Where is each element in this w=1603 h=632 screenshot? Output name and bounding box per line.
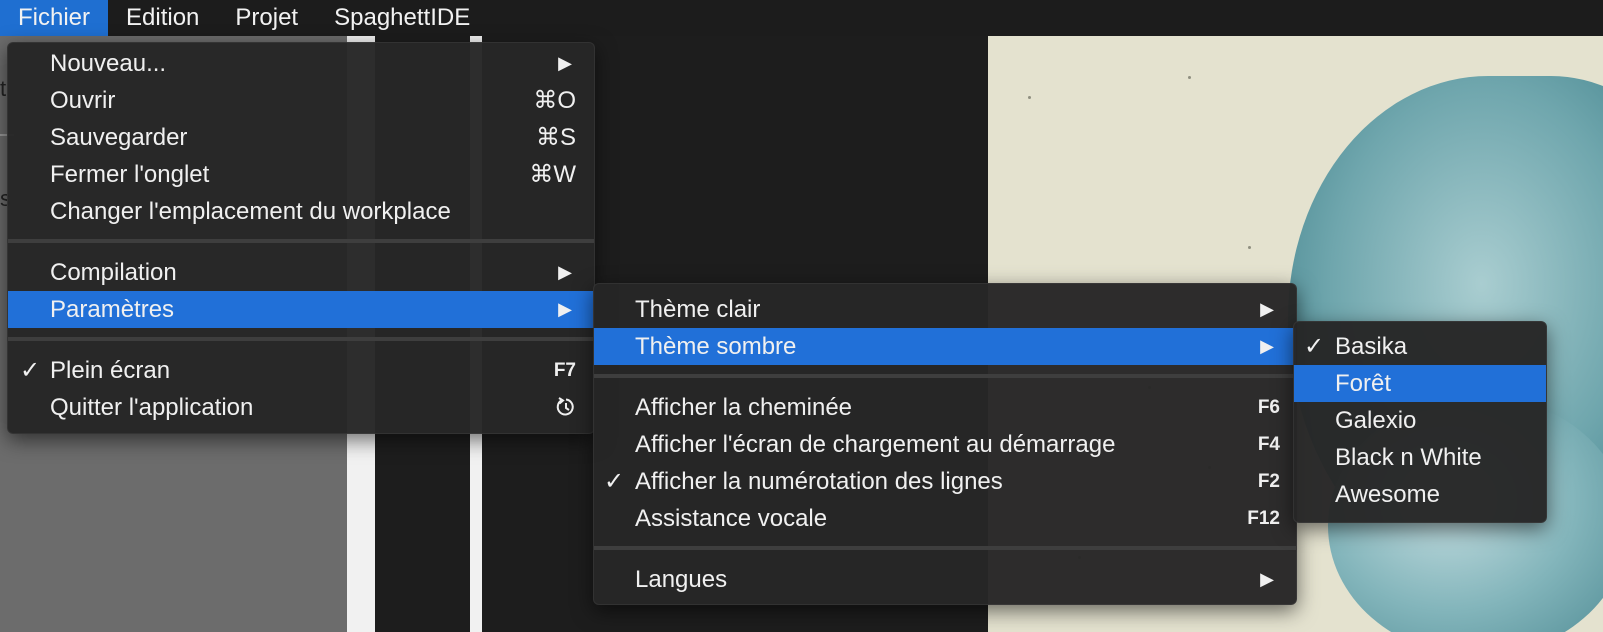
menu-item-label: Changer l'emplacement du workplace xyxy=(50,198,451,225)
menu-item-label: Afficher la cheminée xyxy=(635,394,853,421)
restart-icon xyxy=(556,397,574,416)
menu-item-fermer-onglet[interactable]: Fermer l'onglet ⌘W xyxy=(8,156,594,193)
menu-item-plein-ecran[interactable]: ✓ Plein écran F7 xyxy=(8,352,594,389)
menu-item-label: Nouveau... xyxy=(50,50,167,77)
left-panel-text: t xyxy=(0,76,7,101)
shortcut-label: F2 xyxy=(1257,471,1280,492)
parametres-menu: Thème clair ▶ Thème sombre ▶ Afficher la… xyxy=(593,283,1297,605)
menu-item-label: Quitter l'application xyxy=(50,394,254,421)
speck xyxy=(1188,76,1191,79)
menu-item-label: Compilation xyxy=(50,259,177,286)
menu-spaghettide[interactable]: SpaghettIDE xyxy=(316,0,488,36)
theme-sombre-menu: ✓ Basika Forêt Galexio Black n White Awe… xyxy=(1293,321,1547,523)
menu-item-foret[interactable]: Forêt xyxy=(1294,365,1546,402)
menu-item-theme-sombre[interactable]: Thème sombre ▶ xyxy=(594,328,1296,365)
menu-item-label: Forêt xyxy=(1335,370,1392,397)
menu-item-changer-emplacement[interactable]: Changer l'emplacement du workplace xyxy=(8,193,594,230)
shortcut-label: ⌘W xyxy=(529,161,576,188)
menu-item-afficher-cheminee[interactable]: Afficher la cheminée F6 xyxy=(594,389,1296,426)
shortcut-label: F6 xyxy=(1257,397,1280,418)
menu-separator xyxy=(594,546,1296,550)
submenu-arrow-icon: ▶ xyxy=(1260,299,1274,319)
menu-item-label: Black n White xyxy=(1335,444,1482,471)
submenu-arrow-icon: ▶ xyxy=(558,262,572,282)
checkmark-icon: ✓ xyxy=(20,357,41,384)
menu-item-label: Plein écran xyxy=(50,357,171,384)
menu-item-quitter[interactable]: Quitter l'application xyxy=(8,389,594,426)
menu-item-ecran-chargement[interactable]: Afficher l'écran de chargement au démarr… xyxy=(594,426,1296,463)
menu-item-compilation[interactable]: Compilation ▶ xyxy=(8,254,594,291)
menu-item-langues[interactable]: Langues ▶ xyxy=(594,561,1296,598)
menu-fichier[interactable]: Fichier xyxy=(0,0,109,36)
menu-item-basika[interactable]: ✓ Basika xyxy=(1294,328,1546,365)
menu-item-assistance-vocale[interactable]: Assistance vocale F12 xyxy=(594,500,1296,537)
menu-item-label: Thème clair xyxy=(635,296,761,323)
submenu-arrow-icon: ▶ xyxy=(1260,336,1274,356)
menu-item-label: Afficher la numérotation des lignes xyxy=(635,468,1003,495)
menu-item-label: Ouvrir xyxy=(50,87,116,114)
menu-item-label: Assistance vocale xyxy=(635,505,828,532)
menu-item-numerotation-lignes[interactable]: ✓ Afficher la numérotation des lignes F2 xyxy=(594,463,1296,500)
shortcut-label: ⌘O xyxy=(533,87,576,114)
shortcut-label: ⌘S xyxy=(535,124,576,151)
menu-separator xyxy=(594,374,1296,378)
menu-item-ouvrir[interactable]: Ouvrir ⌘O xyxy=(8,82,594,119)
menu-item-label: Thème sombre xyxy=(635,333,797,360)
menu-projet[interactable]: Projet xyxy=(217,0,316,36)
menu-item-label: Langues xyxy=(635,566,728,593)
speck xyxy=(1028,96,1031,99)
shortcut-label: F12 xyxy=(1247,508,1280,529)
menu-item-label: Galexio xyxy=(1335,407,1417,434)
menu-item-parametres[interactable]: Paramètres ▶ xyxy=(8,291,594,328)
shortcut-label: F7 xyxy=(553,360,576,381)
menu-separator xyxy=(8,337,594,341)
menu-item-nouveau[interactable]: Nouveau... ▶ xyxy=(8,45,594,82)
fichier-menu: Nouveau... ▶ Ouvrir ⌘O Sauvegarder ⌘S Fe… xyxy=(7,42,595,434)
menu-item-galexio[interactable]: Galexio xyxy=(1294,402,1546,439)
menu-separator xyxy=(8,239,594,243)
menu-bar: Fichier Edition Projet SpaghettIDE xyxy=(0,0,1603,36)
app-window: Fichier Edition Projet SpaghettIDE t s N… xyxy=(0,0,1603,632)
menu-item-black-n-white[interactable]: Black n White xyxy=(1294,439,1546,476)
menu-item-awesome[interactable]: Awesome xyxy=(1294,476,1546,513)
checkmark-icon: ✓ xyxy=(1304,333,1325,360)
menu-item-label: Basika xyxy=(1335,333,1408,360)
menu-item-label: Paramètres xyxy=(50,296,175,323)
submenu-arrow-icon: ▶ xyxy=(558,53,572,73)
menu-edition[interactable]: Edition xyxy=(108,0,217,36)
menu-item-label: Afficher l'écran de chargement au démarr… xyxy=(635,431,1116,458)
menu-item-sauvegarder[interactable]: Sauvegarder ⌘S xyxy=(8,119,594,156)
menu-item-label: Fermer l'onglet xyxy=(50,161,210,188)
menu-item-label: Sauvegarder xyxy=(50,124,188,151)
submenu-arrow-icon: ▶ xyxy=(1260,569,1274,589)
shortcut-label: F4 xyxy=(1257,434,1280,455)
menu-item-label: Awesome xyxy=(1335,481,1440,508)
menu-item-theme-clair[interactable]: Thème clair ▶ xyxy=(594,291,1296,328)
checkmark-icon: ✓ xyxy=(604,468,625,495)
submenu-arrow-icon: ▶ xyxy=(558,299,572,319)
speck xyxy=(1248,246,1251,249)
